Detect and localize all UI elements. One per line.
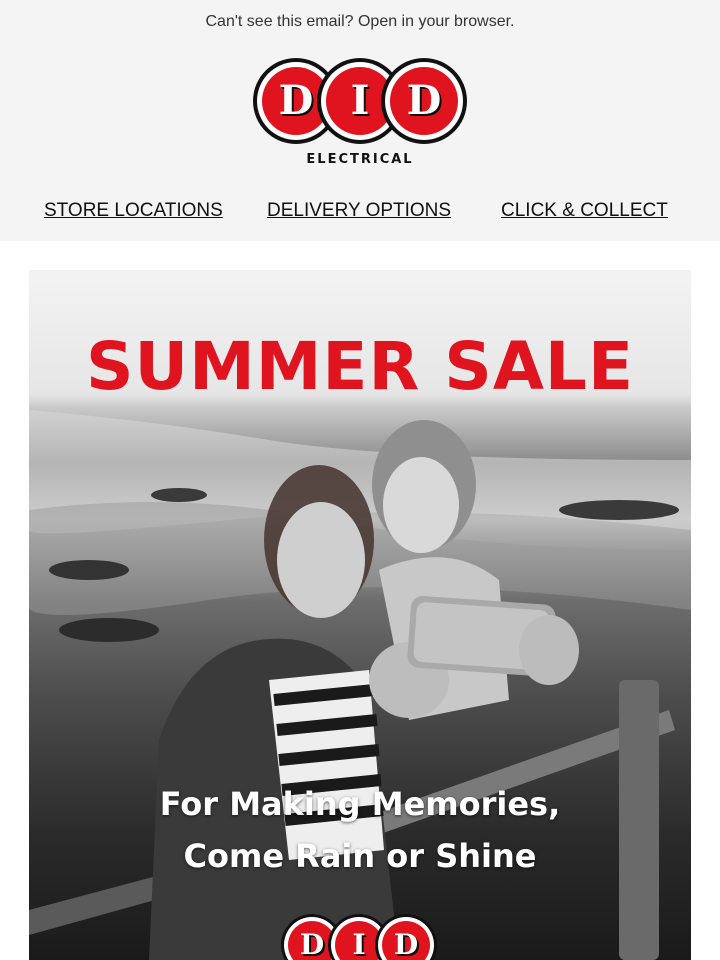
did-electrical-logo[interactable]: D I D ELECTRICAL (253, 58, 467, 170)
tagline-line-2: Come Rain or Shine (183, 837, 537, 875)
banner-did-logo: D I D (281, 914, 441, 960)
summer-sale-banner[interactable]: SUMMER SALE For Making Memories, Come Ra… (29, 270, 691, 960)
sale-title: SUMMER SALE (85, 328, 635, 405)
nav-store-locations[interactable]: STORE LOCATIONS (44, 200, 223, 222)
top-navigation: STORE LOCATIONS DELIVERY OPTIONS CLICK &… (0, 200, 720, 224)
logo-circle-d2: D (381, 58, 467, 144)
browser-notice-text: Can't see this email? (205, 13, 358, 30)
browser-notice: Can't see this email? Open in your brows… (0, 13, 720, 31)
sale-tagline: For Making Memories, Come Rain or Shine (29, 778, 691, 882)
logo-letter: D (406, 77, 442, 124)
logo-letter: D (278, 77, 314, 124)
banner-logo-letter: I (352, 928, 366, 960)
banner-logo-letter: D (299, 928, 325, 960)
nav-delivery-options[interactable]: DELIVERY OPTIONS (267, 200, 451, 222)
open-in-browser-link[interactable]: Open in your browser. (358, 13, 515, 30)
tagline-line-1: For Making Memories, (159, 785, 561, 823)
logo-letter: I (350, 77, 370, 124)
banner-logo-circle: D (375, 914, 437, 960)
email-header: Can't see this email? Open in your brows… (0, 0, 720, 241)
logo-subtitle: ELECTRICAL (306, 152, 414, 167)
nav-click-collect[interactable]: CLICK & COLLECT (501, 200, 668, 222)
logo-circles: D I D (253, 58, 467, 144)
banner-logo-letter: D (393, 928, 419, 960)
